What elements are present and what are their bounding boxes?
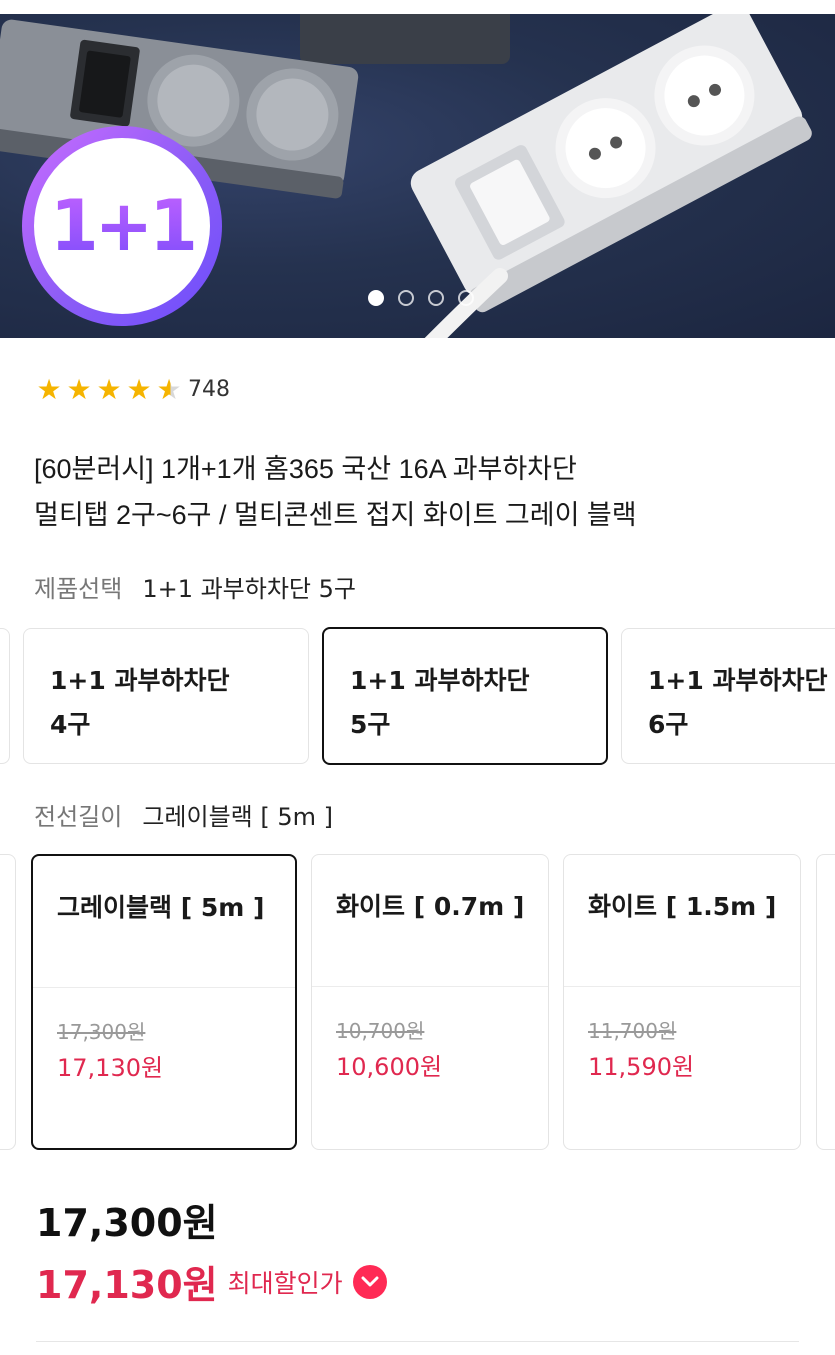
- product-image-carousel[interactable]: 1+1: [0, 14, 835, 338]
- length-card-original-price: 10,700원: [336, 1019, 425, 1043]
- product-option-header: 제품선택 1+1 과부하차단 5구: [34, 572, 356, 606]
- divider: [36, 1341, 799, 1342]
- length-card-sale-price: 17,130원: [57, 1054, 164, 1082]
- star-icon: ★: [126, 373, 152, 406]
- product-title-line: [60분러시] 1개+1개 홈365 국산 16A 과부하차단: [34, 454, 577, 484]
- length-card-partial[interactable]: [816, 854, 835, 1150]
- star-icon: ★: [66, 373, 92, 406]
- length-card-white-1-5m[interactable]: 화이트 [ 1.5m ] 11,700원 11,590원: [563, 854, 801, 1150]
- one-plus-one-badge: 1+1: [22, 126, 222, 326]
- review-count[interactable]: 748: [188, 372, 230, 408]
- option-card-line2: 5구: [350, 710, 391, 739]
- option-card-line1: 1+1 과부하차단: [50, 666, 230, 695]
- carousel-dot[interactable]: [398, 290, 414, 306]
- product-title-line: 멀티탭 2구~6구 / 멀티콘센트 접지 화이트 그레이 블랙: [34, 500, 637, 530]
- star-icon: ★: [36, 373, 62, 406]
- carousel-dots: [368, 290, 474, 306]
- option-card-line1: 1+1 과부하차단: [648, 666, 828, 695]
- length-card-sale-price: 11,590원: [588, 1053, 695, 1081]
- option-card-line1: 1+1 과부하차단: [350, 666, 530, 695]
- top-edge: [0, 0, 835, 14]
- length-card-name: 화이트 [ 1.5m ]: [588, 892, 777, 921]
- carousel-dot[interactable]: [368, 290, 384, 306]
- length-card-original-price: 11,700원: [588, 1019, 677, 1043]
- chevron-down-icon[interactable]: [352, 1264, 387, 1299]
- product-title: [60분러시] 1개+1개 홈365 국산 16A 과부하차단 멀티탭 2구~6…: [34, 446, 814, 538]
- divider: [33, 987, 295, 988]
- option-card-4[interactable]: 1+1 과부하차단 4구: [23, 628, 309, 764]
- cable-option-header: 전선길이 그레이블랙 [ 5m ]: [34, 800, 333, 834]
- rating-row[interactable]: ★ ★ ★ ★ ★ 748: [34, 372, 230, 408]
- option-card-line2: 6구: [648, 710, 689, 739]
- length-card-white-0-7m[interactable]: 화이트 [ 0.7m ] 10,700원 10,600원: [311, 854, 549, 1150]
- half-star-icon: ★: [154, 372, 184, 408]
- sale-price: 17,130원: [36, 1263, 218, 1307]
- length-card-original-price: 17,300원: [57, 1020, 146, 1044]
- cable-option-selected: 그레이블랙 [ 5m ]: [142, 803, 333, 831]
- original-price: 17,300원: [36, 1201, 218, 1245]
- max-discount-label[interactable]: 최대할인가: [228, 1264, 343, 1300]
- option-card-6[interactable]: 1+1 과부하차단 6구: [621, 628, 835, 764]
- carousel-dot[interactable]: [458, 290, 474, 306]
- option-card-5[interactable]: 1+1 과부하차단 5구: [322, 627, 608, 765]
- carousel-dot[interactable]: [428, 290, 444, 306]
- option-card-partial[interactable]: [0, 628, 10, 764]
- length-card-name: 화이트 [ 0.7m ]: [336, 892, 525, 921]
- length-card-gray-5m[interactable]: 그레이블랙 [ 5m ] 17,300원 17,130원: [31, 854, 297, 1150]
- badge-text: 1+1: [49, 185, 198, 267]
- length-card-name: 그레이블랙 [ 5m ]: [57, 893, 265, 922]
- product-option-label: 제품선택: [34, 575, 123, 603]
- length-card-sale-price: 10,600원: [336, 1053, 443, 1081]
- sale-price-row: 17,130원 최대할인가: [36, 1254, 387, 1309]
- option-card-line2: 4구: [50, 710, 91, 739]
- divider: [312, 986, 548, 987]
- divider: [564, 986, 800, 987]
- length-card-partial[interactable]: [0, 854, 16, 1150]
- cable-option-label: 전선길이: [34, 803, 123, 831]
- product-option-selected: 1+1 과부하차단 5구: [142, 575, 356, 603]
- star-icon: ★: [96, 373, 122, 406]
